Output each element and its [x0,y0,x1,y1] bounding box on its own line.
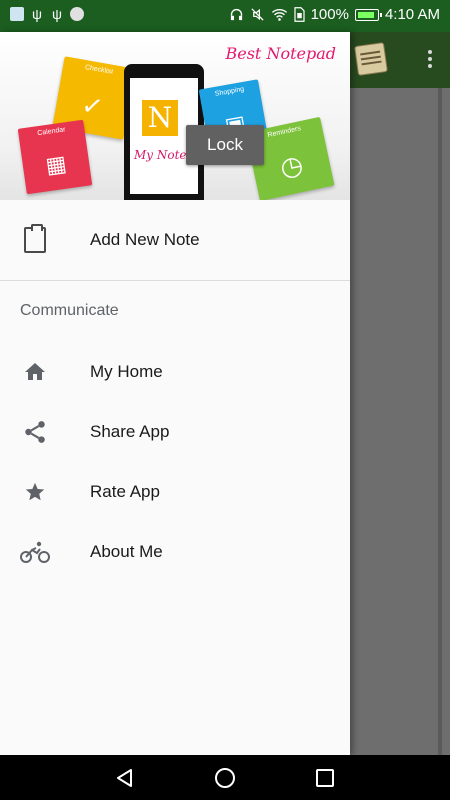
menu-item-rate-app[interactable]: Rate App [0,462,350,522]
status-notifications: ψ ψ [10,7,84,21]
circle-icon [70,7,84,21]
menu-item-add-new-note[interactable]: Add New Note [0,210,350,270]
calendar-tile-label: Calendar [36,126,67,138]
back-icon[interactable] [114,767,136,789]
section-title-communicate: Communicate [20,302,119,319]
recents-icon[interactable] [314,767,336,789]
drawer-header-banner: Checklist ✓ Calendar ▦ N My Note Shoppin… [0,32,350,200]
notepad-icon[interactable] [354,42,388,76]
battery-icon [354,8,382,21]
background-app-toolbar [350,32,450,88]
menu-item-label: Share App [90,422,170,441]
menu-item-label: Add New Note [90,230,200,249]
phone-app-name: My Note [134,148,187,162]
menu-item-my-home[interactable]: My Home [0,342,350,402]
menu-item-label: My Home [90,362,163,381]
navigation-drawer: Checklist ✓ Calendar ▦ N My Note Shoppin… [0,32,350,755]
status-system: 100% 4:10 AM [229,6,440,23]
drawer-scrim[interactable] [350,88,450,755]
usb-icon: ψ [32,6,42,22]
app-logo: N [142,100,178,136]
headphones-icon [230,8,242,21]
shopping-tile-label: Shopping [214,85,245,98]
share-icon [20,417,50,447]
mute-icon [251,8,264,21]
clipboard-icon [20,224,50,255]
home-circle-icon[interactable] [214,767,236,789]
wifi-icon [271,8,287,21]
sim-icon [293,7,305,22]
drawer-divider [0,280,350,281]
bicycle-icon [20,537,50,567]
calendar-tile: Calendar ▦ [17,119,93,195]
menu-item-about-me[interactable]: About Me [0,522,350,582]
app-notification-icon [10,7,24,21]
system-nav-bar [0,755,450,800]
clock: 4:10 AM [384,6,440,23]
banner-title: Best Notepad [225,44,336,63]
menu-item-label: About Me [90,542,163,561]
usb-icon: ψ [52,6,62,22]
more-vert-icon[interactable] [428,50,432,70]
home-icon [20,357,50,387]
battery-percent: 100% [310,6,349,23]
star-icon [20,477,50,507]
menu-item-share-app[interactable]: Share App [0,402,350,462]
menu-item-label: Rate App [90,482,160,501]
lock-tooltip: Lock [186,125,264,165]
status-bar: ψ ψ 100% 4:10 AM [0,0,450,32]
calendar-icon: ▦ [44,151,69,180]
